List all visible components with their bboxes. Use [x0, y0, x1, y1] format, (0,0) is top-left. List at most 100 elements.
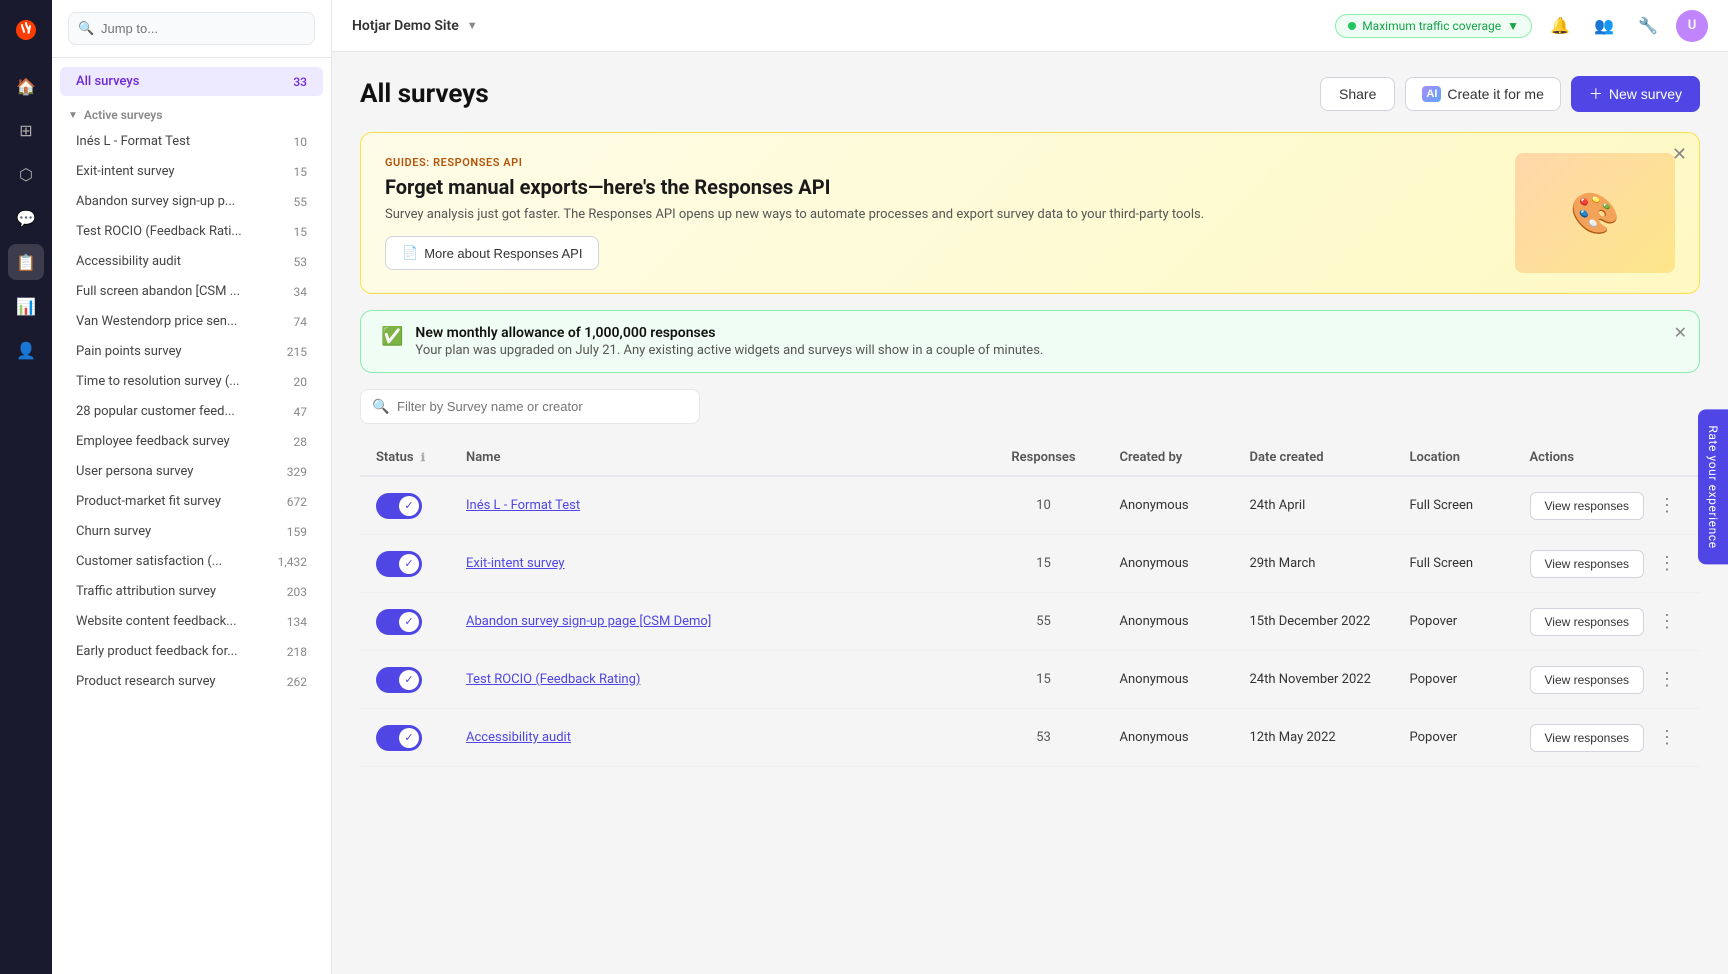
survey-toggle-3[interactable]: ✓ [376, 667, 422, 693]
survey-link-0[interactable]: Inés L - Format Test [466, 498, 580, 513]
sidebar-item-0[interactable]: Inés L - Format Test10 [60, 127, 323, 156]
td-date-0: 24th April [1234, 476, 1394, 535]
chevron-down-icon: ▼ [68, 110, 78, 121]
sidebar-item-2[interactable]: Abandon survey sign-up p...55 [60, 187, 323, 216]
view-responses-button-1[interactable]: View responses [1530, 550, 1645, 578]
survey-toggle-1[interactable]: ✓ [376, 551, 422, 577]
sidebar-item-15[interactable]: Traffic attribution survey203 [60, 577, 323, 606]
td-status-2: ✓ [360, 593, 450, 651]
sidebar-item-12[interactable]: Product-market fit survey672 [60, 487, 323, 516]
sidebar-item-3[interactable]: Test ROCIO (Feedback Rati...15 [60, 217, 323, 246]
banner-api-close-button[interactable]: ✕ [1672, 145, 1687, 163]
td-status-4: ✓ [360, 709, 450, 767]
survey-toggle-0[interactable]: ✓ [376, 493, 422, 519]
feedback-tab[interactable]: Rate your experience [1698, 409, 1728, 564]
view-responses-button-2[interactable]: View responses [1530, 608, 1645, 636]
sidebar-item-17[interactable]: Early product feedback for...218 [60, 637, 323, 666]
sidebar-item-5[interactable]: Full screen abandon [CSM ...34 [60, 277, 323, 306]
more-about-api-button[interactable]: 📄 More about Responses API [385, 236, 599, 270]
sidebar-items-list: All surveys 33 ▼ Active surveys Inés L -… [52, 58, 331, 974]
sidebar-item-9[interactable]: 28 popular customer feed...47 [60, 397, 323, 426]
table-row: ✓ Exit-intent survey 15 Anonymous 29th M… [360, 535, 1700, 593]
survey-toggle-4[interactable]: ✓ [376, 725, 422, 751]
sidebar-item-6[interactable]: Van Westendorp price sen...74 [60, 307, 323, 336]
site-name[interactable]: Hotjar Demo Site ▼ [352, 18, 478, 34]
td-name-0: Inés L - Format Test [450, 476, 984, 535]
table-row: ✓ Test ROCIO (Feedback Rating) 15 Anonym… [360, 651, 1700, 709]
sidebar-item-4[interactable]: Accessibility audit53 [60, 247, 323, 276]
nav-feedback-icon[interactable]: 💬 [8, 200, 44, 236]
ai-icon: AI [1422, 86, 1441, 102]
page-title: All surveys [360, 79, 489, 109]
survey-toggle-2[interactable]: ✓ [376, 609, 422, 635]
sidebar-item-1[interactable]: Exit-intent survey15 [60, 157, 323, 186]
sidebar-item-8[interactable]: Time to resolution survey (...20 [60, 367, 323, 396]
td-created-by-1: Anonymous [1104, 535, 1234, 593]
help-icon[interactable]: 🔧 [1632, 10, 1664, 42]
td-responses-3: 15 [984, 651, 1104, 709]
main-area: Hotjar Demo Site ▼ Maximum traffic cover… [332, 0, 1728, 974]
share-button[interactable]: Share [1320, 77, 1395, 111]
filter-input[interactable] [360, 389, 700, 424]
td-date-3: 24th November 2022 [1234, 651, 1394, 709]
toggle-knob-3: ✓ [399, 670, 419, 690]
sidebar-search-input[interactable] [68, 12, 315, 45]
survey-link-4[interactable]: Accessibility audit [466, 730, 571, 745]
alert-text: New monthly allowance of 1,000,000 respo… [415, 325, 1043, 358]
nav-surveys-icon[interactable]: 📋 [8, 244, 44, 280]
surveys-table: Status ℹ Name Responses Created by Date … [360, 440, 1700, 767]
user-avatar[interactable]: U [1676, 10, 1708, 42]
nav-users-icon[interactable]: 👤 [8, 332, 44, 368]
view-responses-button-0[interactable]: View responses [1530, 492, 1645, 520]
survey-link-1[interactable]: Exit-intent survey [466, 556, 565, 571]
more-options-button-3[interactable]: ⋮ [1650, 665, 1684, 694]
survey-link-2[interactable]: Abandon survey sign-up page [CSM Demo] [466, 614, 711, 629]
plus-icon: ＋ [1589, 84, 1603, 104]
hotjar-logo[interactable] [8, 12, 44, 48]
view-responses-button-4[interactable]: View responses [1530, 724, 1645, 752]
more-options-button-1[interactable]: ⋮ [1650, 549, 1684, 578]
new-survey-button[interactable]: ＋ New survey [1571, 76, 1700, 112]
sidebar-item-all-surveys[interactable]: All surveys 33 [60, 67, 323, 96]
team-icon[interactable]: 👥 [1588, 10, 1620, 42]
nav-analytics-icon[interactable]: 📊 [8, 288, 44, 324]
sidebar-item-14[interactable]: Customer satisfaction (...1,432 [60, 547, 323, 576]
sidebar-item-7[interactable]: Pain points survey215 [60, 337, 323, 366]
sidebar-item-18[interactable]: Product research survey262 [60, 667, 323, 696]
sidebar-survey-items: Inés L - Format Test10Exit-intent survey… [52, 127, 331, 696]
notifications-icon[interactable]: 🔔 [1544, 10, 1576, 42]
nav-heatmaps-icon[interactable]: ⊞ [8, 112, 44, 148]
td-location-4: Popover [1394, 709, 1514, 767]
table-row: ✓ Inés L - Format Test 10 Anonymous 24th… [360, 476, 1700, 535]
nav-home-icon[interactable]: 🏠 [8, 68, 44, 104]
header-location: Location [1394, 440, 1514, 476]
status-info-icon[interactable]: ℹ [421, 451, 425, 464]
view-responses-button-3[interactable]: View responses [1530, 666, 1645, 694]
header-actions: Share AI Create it for me ＋ New survey [1320, 76, 1700, 112]
alert-description: Your plan was upgraded on July 21. Any e… [415, 343, 1043, 358]
topbar-right: Maximum traffic coverage ▼ 🔔 👥 🔧 U [1335, 10, 1708, 42]
sidebar-item-13[interactable]: Churn survey159 [60, 517, 323, 546]
sidebar-item-10[interactable]: Employee feedback survey28 [60, 427, 323, 456]
td-actions-3: View responses ⋮ [1514, 651, 1701, 709]
status-dot [1348, 22, 1356, 30]
sidebar-item-16[interactable]: Website content feedback...134 [60, 607, 323, 636]
nav-recordings-icon[interactable]: ⬡ [8, 156, 44, 192]
sidebar-active-section: ▼ Active surveys [52, 100, 331, 126]
ai-create-button[interactable]: AI Create it for me [1405, 77, 1560, 111]
more-options-button-0[interactable]: ⋮ [1650, 491, 1684, 520]
traffic-coverage-badge[interactable]: Maximum traffic coverage ▼ [1335, 14, 1532, 38]
banner-api-title: Forget manual exports—here's the Respons… [385, 175, 1495, 199]
alert-close-button[interactable]: ✕ [1674, 323, 1687, 343]
toggle-knob-2: ✓ [399, 612, 419, 632]
td-status-3: ✓ [360, 651, 450, 709]
sidebar-item-11[interactable]: User persona survey329 [60, 457, 323, 486]
td-name-4: Accessibility audit [450, 709, 984, 767]
td-created-by-4: Anonymous [1104, 709, 1234, 767]
td-location-3: Popover [1394, 651, 1514, 709]
more-options-button-4[interactable]: ⋮ [1650, 723, 1684, 752]
td-location-1: Full Screen [1394, 535, 1514, 593]
td-name-2: Abandon survey sign-up page [CSM Demo] [450, 593, 984, 651]
more-options-button-2[interactable]: ⋮ [1650, 607, 1684, 636]
survey-link-3[interactable]: Test ROCIO (Feedback Rating) [466, 672, 640, 687]
